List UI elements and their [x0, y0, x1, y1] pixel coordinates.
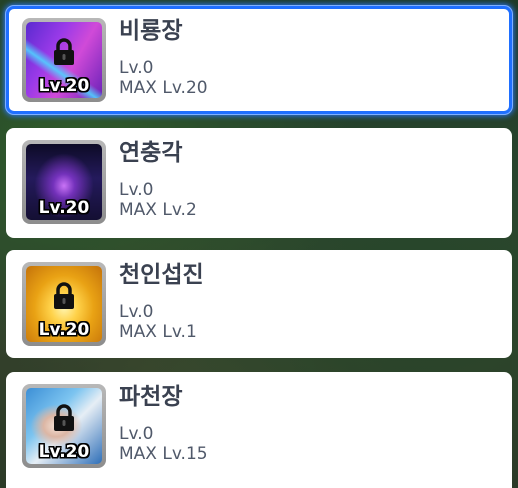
skill-info: 연충각 Lv.0 MAX Lv.2	[119, 138, 197, 220]
level-requirement-badge: Lv.20	[38, 76, 90, 96]
skill-info: 비룡장 Lv.0 MAX Lv.20	[119, 16, 208, 98]
skill-current-level: Lv.0	[119, 424, 154, 444]
skill-current-level: Lv.0	[119, 58, 154, 78]
lock-icon	[52, 404, 76, 432]
skill-info: 천인섭진 Lv.0 MAX Lv.1	[119, 260, 204, 342]
skill-max-level: MAX Lv.1	[119, 322, 197, 342]
skill-name: 천인섭진	[119, 262, 204, 288]
skill-current-level: Lv.0	[119, 180, 154, 200]
skill-max-level: MAX Lv.2	[119, 200, 197, 220]
lock-icon	[52, 282, 76, 310]
chain-kick-skill-icon: Lv.20	[26, 144, 102, 220]
skill-info: 파천장 Lv.0 MAX Lv.15	[119, 382, 208, 464]
skill-icon-frame: Lv.20	[22, 384, 106, 468]
lock-icon	[52, 38, 76, 66]
skill-name: 비룡장	[119, 18, 183, 44]
skill-max-level: MAX Lv.15	[119, 444, 208, 464]
level-requirement-badge: Lv.20	[38, 320, 90, 340]
skill-icon-frame: Lv.20	[22, 262, 106, 346]
skill-current-level: Lv.0	[119, 302, 154, 322]
skill-card[interactable]: Lv.20 비룡장 Lv.0 MAX Lv.20	[6, 6, 512, 114]
skill-icon-frame: Lv.20	[22, 18, 106, 102]
skill-name: 파천장	[119, 384, 183, 410]
level-requirement-badge: Lv.20	[38, 442, 90, 462]
sky-breaker-palm-skill-icon: Lv.20	[26, 388, 102, 464]
skill-list: Lv.20 비룡장 Lv.0 MAX Lv.20 Lv.20 연충각 Lv.0 …	[0, 0, 518, 488]
skill-card[interactable]: Lv.20 천인섭진 Lv.0 MAX Lv.1	[6, 250, 512, 358]
skill-name: 연충각	[119, 140, 183, 166]
skill-max-level: MAX Lv.20	[119, 78, 208, 98]
skill-card[interactable]: Lv.20 파천장 Lv.0 MAX Lv.15	[6, 372, 512, 488]
dragon-palm-skill-icon: Lv.20	[26, 22, 102, 98]
level-requirement-badge: Lv.20	[38, 198, 90, 218]
skill-card[interactable]: Lv.20 연충각 Lv.0 MAX Lv.2	[6, 128, 512, 238]
heavenly-strike-skill-icon: Lv.20	[26, 266, 102, 342]
skill-icon-frame: Lv.20	[22, 140, 106, 224]
